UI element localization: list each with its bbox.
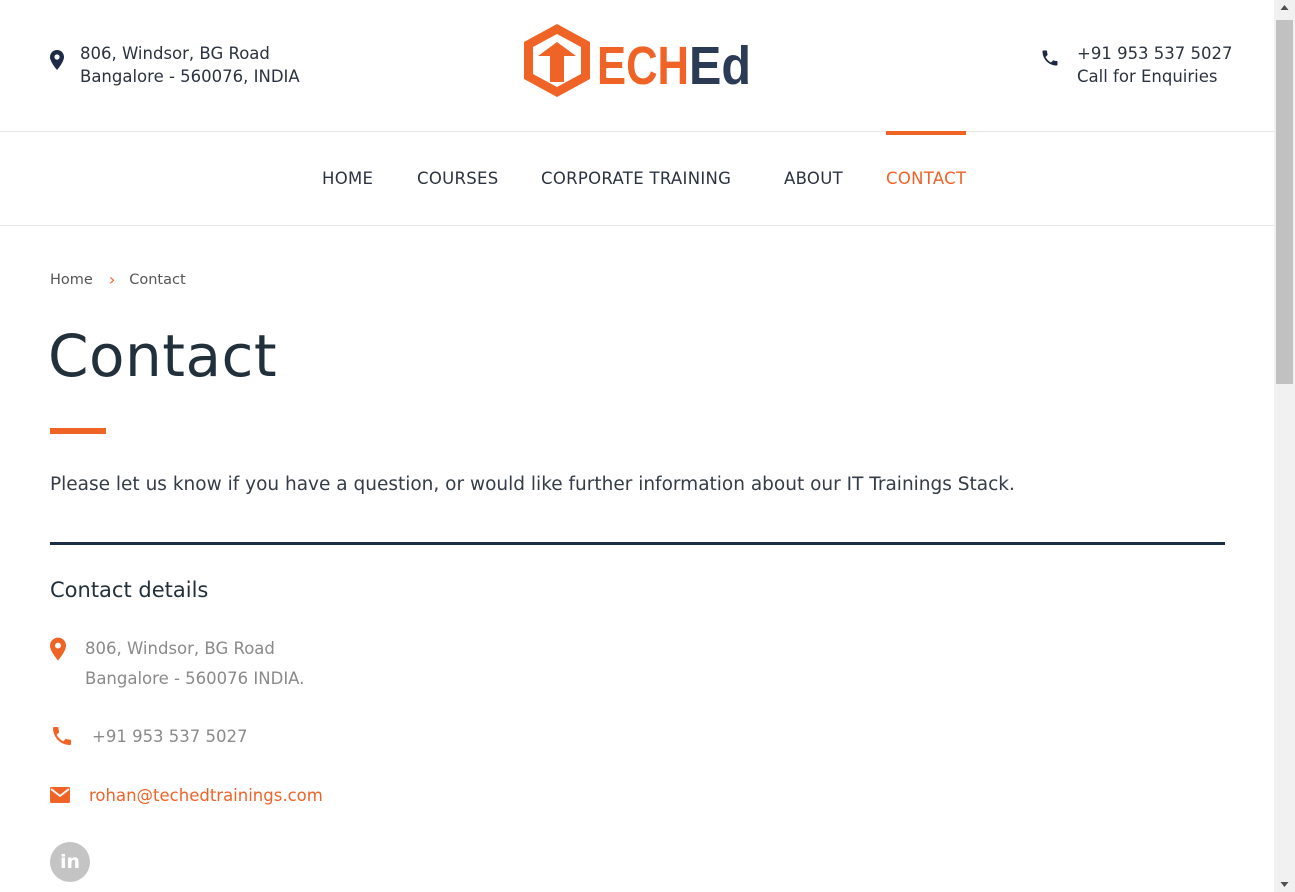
breadcrumb: Home › Contact [50,270,186,289]
contact-phone-row: +91 953 537 5027 [50,722,248,752]
contact-email-link[interactable]: rohan@techedtrainings.com [89,782,323,810]
map-pin-icon [50,637,66,661]
contact-address-row: 806, Windsor, BG Road Bangalore - 560076… [50,634,304,694]
header-address: 806, Windsor, BG Road Bangalore - 560076… [50,42,300,88]
top-header: 806, Windsor, BG Road Bangalore - 560076… [0,0,1274,132]
contact-email-row: rohan@techedtrainings.com [50,782,323,810]
breadcrumb-current: Contact [129,271,186,288]
scrollbar[interactable] [1274,0,1295,892]
nav-item-contact[interactable]: CONTACT [886,131,967,225]
phone-icon [53,727,71,745]
scroll-up-arrow-icon[interactable] [1274,0,1295,17]
header-address-line2: Bangalore - 560076, INDIA [80,67,300,86]
chevron-right-icon: › [108,270,116,289]
header-address-line1: 806, Windsor, BG Road [80,44,270,63]
nav-item-corporate-training[interactable]: CORPORATE TRAINING [541,132,731,225]
section-divider [50,542,1225,545]
logo-text-ech: ECH [597,36,689,96]
header-phone: +91 953 537 5027 Call for Enquiries [1040,42,1233,88]
nav-item-courses[interactable]: COURSES [417,132,499,225]
nav-item-home[interactable]: HOME [322,132,373,225]
main-nav: HOME COURSES CORPORATE TRAINING ABOUT CO… [0,131,1274,226]
title-underline [50,428,106,434]
breadcrumb-home[interactable]: Home [50,272,93,288]
header-address-text: 806, Windsor, BG Road Bangalore - 560076… [80,42,300,88]
scrollbar-thumb[interactable] [1276,20,1293,384]
logo-text-ed: Ed [689,36,751,96]
scroll-down-arrow-icon[interactable] [1274,875,1295,892]
phone-icon [1042,50,1058,66]
contact-address-line2: Bangalore - 560076 INDIA. [85,669,305,688]
contact-phone-text[interactable]: +91 953 537 5027 [92,722,248,752]
teched-logo[interactable]: ECH Ed [520,22,756,100]
linkedin-icon[interactable]: in [50,842,90,882]
page-title: Contact [48,322,278,390]
header-phone-text: +91 953 537 5027 Call for Enquiries [1077,42,1233,88]
contact-address-text: 806, Windsor, BG Road Bangalore - 560076… [85,634,304,694]
contact-details-title: Contact details [50,578,209,602]
page: 806, Windsor, BG Road Bangalore - 560076… [0,0,1274,892]
envelope-icon [50,787,70,803]
map-pin-icon [50,50,64,70]
nav-item-about[interactable]: ABOUT [784,132,843,225]
contact-address-line1: 806, Windsor, BG Road [85,639,275,658]
header-phone-caption: Call for Enquiries [1077,67,1218,86]
header-phone-number[interactable]: +91 953 537 5027 [1077,42,1233,65]
intro-text: Please let us know if you have a questio… [50,474,1015,495]
